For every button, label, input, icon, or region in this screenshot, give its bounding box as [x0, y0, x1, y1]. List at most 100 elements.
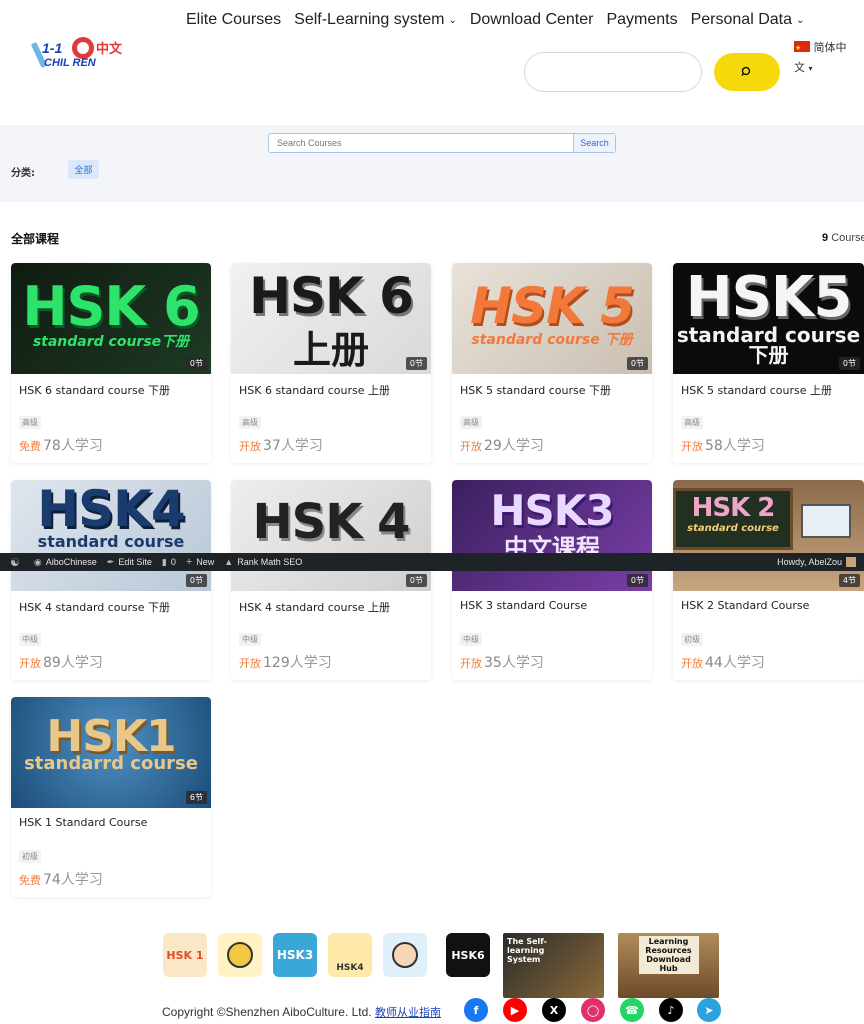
learner-suffix: 人学习 — [501, 438, 544, 454]
nav-label: Elite Courses — [186, 11, 282, 28]
chalkboard: HSK 2 standard course — [673, 488, 793, 550]
whatsapp-icon[interactable]: ☎ — [620, 998, 644, 1022]
header-search-button[interactable] — [714, 53, 780, 91]
admin-edit-site[interactable]: ✒ Edit Site — [107, 557, 152, 568]
course-title[interactable]: HSK 2 Standard Course — [681, 599, 809, 612]
lessons-badge: 4节 — [838, 574, 860, 587]
facebook-icon[interactable]: f — [464, 998, 488, 1022]
course-stats: 开放 129人学习 — [239, 652, 332, 672]
footer-app-icons: HSK 1 HSK3 HSK4 HSK6 The Self-learning S… — [163, 933, 723, 998]
course-level: 高级 — [460, 416, 482, 429]
course-thumbnail: HSK3 中文课程 0节 — [452, 480, 652, 591]
learner-count: 129 — [263, 655, 290, 671]
course-title[interactable]: HSK 3 standard Course — [460, 599, 587, 612]
course-stats: 开放 35人学习 — [460, 652, 544, 672]
course-title[interactable]: HSK 6 standard course 上册 — [239, 382, 390, 398]
search-icon — [741, 66, 751, 76]
access-tag: 免费 — [19, 440, 41, 453]
language-switcher[interactable]: 简体中 文 ▾ — [794, 38, 858, 79]
wordpress-logo[interactable]: ☯ — [10, 556, 24, 569]
youtube-icon[interactable]: ▶ — [503, 998, 527, 1022]
course-search: Search — [268, 133, 616, 153]
rank-math-icon: ▲ — [224, 557, 234, 567]
self-learning-banner[interactable]: The Self-learning System — [503, 933, 604, 998]
course-card[interactable]: HSK4 standard course 0节 HSK 4 standard c… — [11, 480, 211, 680]
course-thumbnail: HSK 2 standard course 4节 — [673, 480, 864, 591]
course-search-input[interactable] — [269, 134, 573, 152]
thumb-title: HSK 2 — [691, 493, 776, 523]
course-card[interactable]: HSK1 standarrd course 6节 HSK 1 Standard … — [11, 697, 211, 897]
nav-payments[interactable]: Payments — [606, 11, 677, 29]
instagram-icon[interactable]: ◯ — [581, 998, 605, 1022]
nav-self-learning[interactable]: Self-Learning system ⌄ — [294, 11, 457, 29]
course-card[interactable]: HSK 5 standard course 下册 0节 HSK 5 standa… — [452, 263, 652, 463]
china-flag-icon — [794, 38, 810, 58]
access-tag: 免费 — [19, 874, 41, 887]
hsk6-icon[interactable]: HSK6 — [446, 933, 490, 977]
thumb-subtitle: standard course — [687, 523, 779, 534]
access-tag: 开放 — [460, 440, 482, 453]
admin-comments[interactable]: ▮ 0 — [162, 557, 176, 568]
telegram-icon[interactable]: ➤ — [697, 998, 721, 1022]
admin-site-link[interactable]: ◉ AiboChinese — [34, 557, 97, 568]
course-level: 初级 — [681, 633, 703, 646]
course-title[interactable]: HSK 1 Standard Course — [19, 816, 147, 829]
teacher-guide-link[interactable]: 教师从业指南 — [375, 1006, 441, 1019]
learner-count: 29 — [484, 438, 502, 454]
thumb-subtitle: standard course下册 — [32, 334, 190, 350]
copyright-text: Copyright ©Shenzhen AiboCulture. Ltd. — [162, 1005, 372, 1019]
lessons-badge: 6节 — [185, 791, 207, 804]
resources-banner-text: Learning Resources Download Hub — [638, 936, 699, 974]
header-search-input[interactable] — [524, 52, 702, 92]
course-stats: 开放 58人学习 — [681, 435, 765, 455]
admin-new[interactable]: + New — [186, 556, 214, 568]
logo-number: 1-1 — [42, 40, 63, 56]
hsk3-icon[interactable]: HSK3 — [273, 933, 317, 977]
category-chip-all[interactable]: 全部 — [68, 160, 99, 179]
course-stats: 免费 78人学习 — [19, 435, 103, 455]
admin-site-label: AiboChinese — [45, 557, 97, 567]
lessons-badge: 0节 — [626, 357, 648, 370]
hsk2-icon[interactable] — [218, 933, 262, 977]
course-title[interactable]: HSK 6 standard course 下册 — [19, 382, 170, 398]
course-level: 高级 — [681, 416, 703, 429]
thumb-subtitle: standard course — [37, 532, 185, 551]
course-stats: 开放 29人学习 — [460, 435, 544, 455]
course-card[interactable]: HSK5 standard course 下册 0节 HSK 5 standar… — [673, 263, 864, 463]
course-card[interactable]: HSK 4 0节 HSK 4 standard course 上册 中级 开放 1… — [231, 480, 431, 680]
course-card[interactable]: HSK 6 上册 0节 HSK 6 standard course 上册 高级 … — [231, 263, 431, 463]
site-logo[interactable]: 1-1 中文 CHIL REN — [30, 36, 136, 74]
hsk4-icon[interactable]: HSK4 — [328, 933, 372, 977]
course-search-button[interactable]: Search — [573, 134, 615, 152]
lessons-badge: 0节 — [838, 357, 860, 370]
course-title[interactable]: HSK 5 standard course 下册 — [460, 382, 611, 398]
access-tag: 开放 — [19, 657, 41, 670]
wp-admin-bar: ☯ ◉ AiboChinese ✒ Edit Site ▮ 0 + New ▲ Rank … — [0, 553, 864, 571]
course-count-label: Course — [831, 232, 864, 244]
learner-suffix: 人学习 — [501, 655, 544, 671]
admin-rank-math[interactable]: ▲ Rank Math SEO — [224, 557, 302, 567]
hsk5-icon[interactable] — [383, 933, 427, 977]
nav-elite-courses[interactable]: Elite Courses — [186, 11, 281, 29]
course-card[interactable]: HSK3 中文课程 0节 HSK 3 standard Course 中级 开放… — [452, 480, 652, 680]
course-level: 中级 — [239, 633, 261, 646]
thumb-subtitle: standard course 下册 — [471, 332, 633, 348]
course-card[interactable]: HSK 6 standard course下册 0节 HSK 6 standar… — [11, 263, 211, 463]
course-title[interactable]: HSK 4 standard course 下册 — [19, 599, 170, 615]
x-icon[interactable]: X — [542, 998, 566, 1022]
wordpress-icon: ☯ — [10, 556, 20, 569]
nav-personal-data[interactable]: Personal Data ⌄ — [691, 11, 805, 29]
course-title[interactable]: HSK 4 standard course 上册 — [239, 599, 390, 615]
learner-count: 89 — [43, 655, 61, 671]
nav-download-center[interactable]: Download Center — [470, 11, 594, 29]
lessons-badge: 0节 — [405, 574, 427, 587]
hsk1-icon-text: HSK 1 — [166, 948, 204, 962]
course-card[interactable]: HSK 2 standard course 4节 HSK 2 Standard … — [673, 480, 864, 680]
tiktok-icon[interactable]: ♪ — [659, 998, 683, 1022]
resources-banner[interactable]: Learning Resources Download Hub — [618, 933, 719, 998]
hsk1-icon[interactable]: HSK 1 — [163, 933, 207, 977]
nav-label: Payments — [606, 11, 678, 28]
hsk3-icon-text: HSK3 — [276, 948, 314, 962]
admin-account[interactable]: Howdy, AbelZou — [777, 553, 856, 571]
course-title[interactable]: HSK 5 standard course 上册 — [681, 382, 832, 398]
